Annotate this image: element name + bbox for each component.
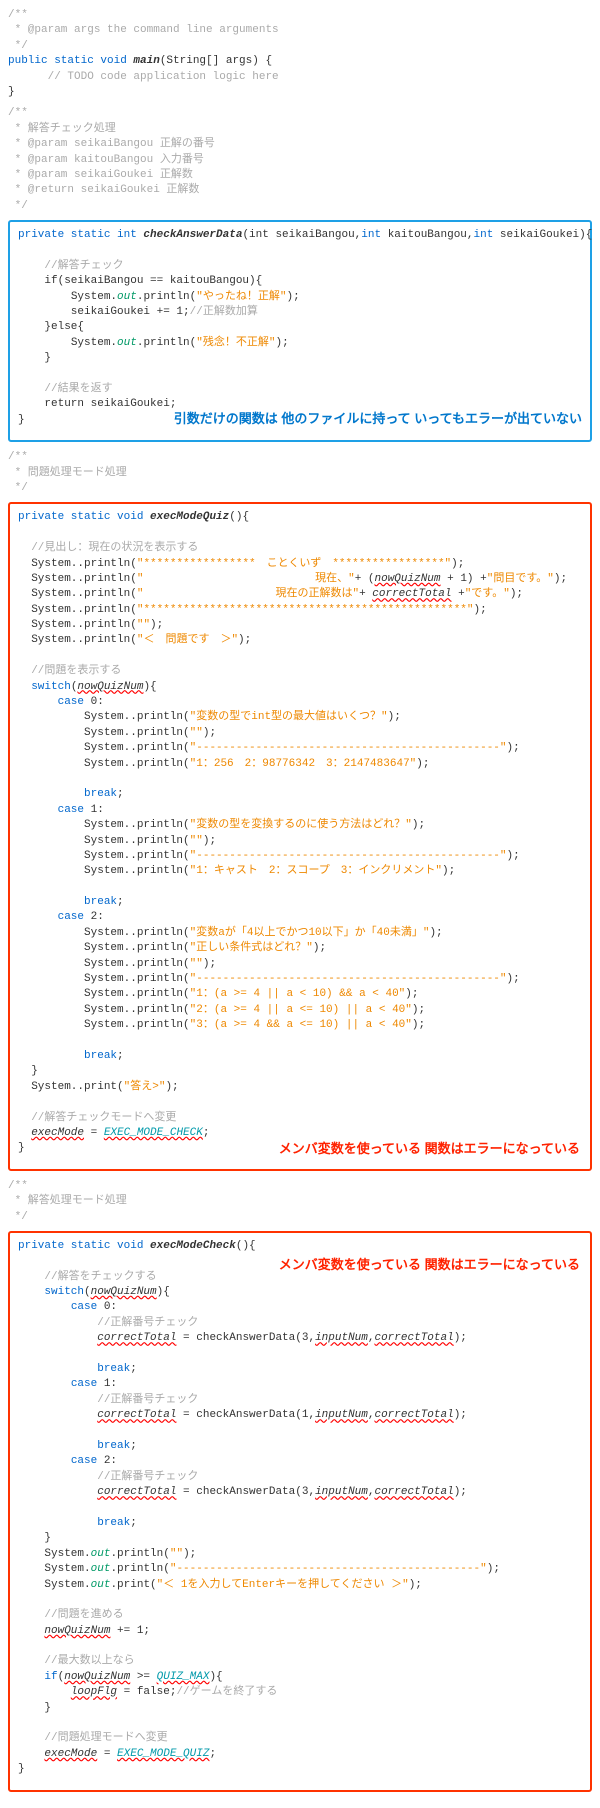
- box-check-method: private static int checkAnswerData(int s…: [8, 220, 592, 442]
- code-answer-method: private static void execModeCheck(){ //解…: [18, 1239, 582, 1778]
- code-javadoc-check: /** * 解答チェック処理 * @param seikaiBangou 正解の…: [8, 106, 592, 214]
- annotation-blue: 引数だけの関数は 他のファイルに持って いってもエラーが出ていない: [174, 409, 582, 429]
- code-javadoc-answer: /** * 解答処理モード処理 */: [8, 1179, 592, 1225]
- code-javadoc-main: /** * @param args the command line argum…: [8, 8, 592, 100]
- annotation-red-2: メンバ変数を使っている 関数はエラーになっている: [279, 1255, 580, 1275]
- code-quiz-method: private static void execModeQuiz(){ //見出…: [18, 510, 582, 1156]
- annotation-red-1: メンバ変数を使っている 関数はエラーになっている: [279, 1139, 580, 1159]
- code-javadoc-quiz: /** * 問題処理モード処理 */: [8, 450, 592, 496]
- box-answer-method: private static void execModeCheck(){ //解…: [8, 1231, 592, 1792]
- box-quiz-method: private static void execModeQuiz(){ //見出…: [8, 502, 592, 1170]
- code-check-method: private static int checkAnswerData(int s…: [18, 228, 582, 428]
